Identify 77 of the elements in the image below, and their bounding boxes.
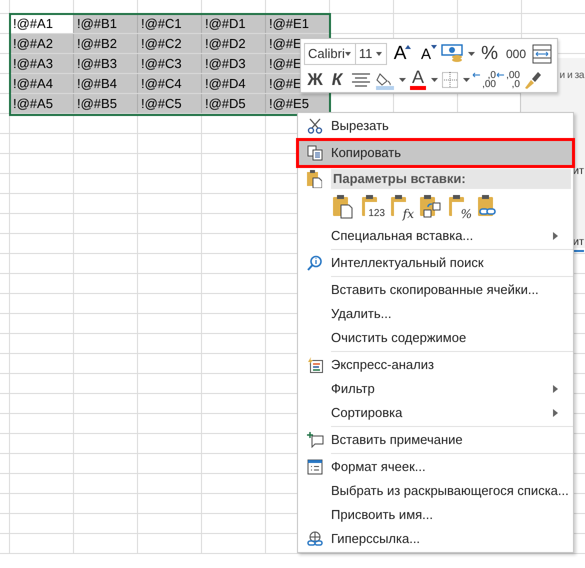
table-cell[interactable]: !@#E5 bbox=[266, 94, 330, 113]
menu-item[interactable]: Интеллектуальный поиск bbox=[296, 251, 575, 275]
menu-item[interactable]: Экспресс-анализ bbox=[296, 353, 575, 377]
table-cell[interactable]: !@#A3 bbox=[10, 54, 74, 73]
up-arrow-icon bbox=[405, 45, 412, 49]
caret-icon[interactable] bbox=[431, 78, 438, 82]
menu-item[interactable]: Вставить примечание bbox=[296, 428, 575, 452]
hyperlink-icon bbox=[307, 531, 323, 547]
paste-option-button[interactable]: % bbox=[448, 194, 472, 220]
format-painter-icon[interactable] bbox=[523, 70, 543, 90]
menu-item[interactable]: Удалить... bbox=[296, 302, 575, 326]
decimal-places-button[interactable]: ,00 ,0 bbox=[496, 68, 520, 92]
menu-item[interactable]: Вставить скопированные ячейки... bbox=[296, 278, 575, 302]
menu-item[interactable]: Копировать bbox=[296, 138, 575, 168]
menu-item[interactable]: Гиперссылка... bbox=[296, 527, 575, 551]
caret-icon bbox=[344, 52, 351, 56]
table-cell[interactable]: !@#D3 bbox=[202, 54, 266, 73]
submenu-arrow-icon bbox=[553, 409, 558, 417]
table-cell[interactable]: !@#E1 bbox=[266, 14, 330, 33]
paste-option-button[interactable]: fx bbox=[390, 194, 414, 220]
money-icon bbox=[441, 44, 466, 64]
borders-icon bbox=[442, 72, 458, 88]
increase-font-size-button[interactable]: A bbox=[387, 42, 414, 66]
menu-item[interactable]: Сортировка bbox=[296, 401, 575, 425]
clipboard-icon bbox=[307, 170, 322, 188]
table-cell[interactable]: !@#B2 bbox=[74, 34, 138, 53]
paste-option-button[interactable]: 123 bbox=[361, 194, 385, 220]
quick-analysis-icon bbox=[307, 357, 323, 373]
section-header: Параметры вставки: bbox=[331, 169, 571, 189]
wrap-icon[interactable] bbox=[532, 44, 552, 64]
caret-icon[interactable] bbox=[463, 78, 470, 82]
left-arrow-icon bbox=[496, 72, 504, 78]
table-cell[interactable]: !@#B1 bbox=[74, 14, 138, 33]
caret-icon[interactable] bbox=[399, 78, 406, 82]
dialog-text: и и за bbox=[560, 69, 584, 83]
align-center-icon[interactable] bbox=[351, 72, 371, 88]
table-cell[interactable]: !@#C4 bbox=[138, 74, 202, 93]
paste-option-button[interactable] bbox=[419, 194, 443, 220]
comment-icon bbox=[306, 432, 324, 448]
search-icon bbox=[307, 255, 323, 271]
left-arrow-icon bbox=[472, 72, 480, 78]
number-format-button[interactable]: % bbox=[477, 42, 502, 66]
font-size-field[interactable]: 11 bbox=[356, 43, 388, 65]
decimal-places-button[interactable]: ,0 ,00 bbox=[472, 68, 496, 92]
table-cell[interactable]: !@#B5 bbox=[74, 94, 138, 113]
table-cell[interactable]: !@#C5 bbox=[138, 94, 202, 113]
font-color-button[interactable]: A bbox=[408, 68, 440, 92]
submenu-arrow-icon bbox=[553, 385, 558, 393]
down-arrow-icon bbox=[431, 45, 438, 49]
menu-item[interactable]: Специальная вставка... bbox=[296, 224, 575, 248]
table-cell[interactable]: !@#D1 bbox=[202, 14, 266, 33]
menu-item[interactable]: Очистить содержимое bbox=[296, 326, 575, 350]
scissors-icon bbox=[307, 118, 323, 134]
table-cell[interactable]: !@#D2 bbox=[202, 34, 266, 53]
decrease-font-size-button[interactable]: A bbox=[413, 42, 440, 66]
caret-icon[interactable] bbox=[468, 52, 476, 56]
caret-icon bbox=[376, 52, 382, 56]
table-cell[interactable]: !@#A4 bbox=[10, 74, 74, 93]
menu-item[interactable]: Выбрать из раскрывающегося списка... bbox=[296, 479, 575, 503]
number-format-button[interactable]: 000 bbox=[502, 42, 530, 66]
font-field[interactable]: Calibri bbox=[304, 43, 356, 65]
submenu-arrow-icon bbox=[553, 232, 558, 240]
table-cell[interactable]: !@#B4 bbox=[74, 74, 138, 93]
table-cell[interactable]: !@#A5 bbox=[10, 94, 74, 113]
table-cell[interactable]: !@#D4 bbox=[202, 74, 266, 93]
table-cell[interactable]: !@#A2 bbox=[10, 34, 74, 53]
table-cell[interactable]: !@#C2 bbox=[138, 34, 202, 53]
menu-item[interactable]: Формат ячеек... bbox=[296, 455, 575, 479]
menu-item[interactable]: Присвоить имя... bbox=[296, 503, 575, 527]
format-cells-icon bbox=[307, 459, 323, 475]
menu-item[interactable]: Фильтр bbox=[296, 377, 575, 401]
table-cell[interactable]: !@#C1 bbox=[138, 14, 202, 33]
table-cell[interactable]: !@#C3 bbox=[138, 54, 202, 73]
table-cell[interactable]: !@#B3 bbox=[74, 54, 138, 73]
menu-item[interactable]: Вырезать bbox=[296, 114, 575, 138]
copy-icon bbox=[307, 145, 323, 161]
table-cell[interactable]: !@#D5 bbox=[202, 94, 266, 113]
